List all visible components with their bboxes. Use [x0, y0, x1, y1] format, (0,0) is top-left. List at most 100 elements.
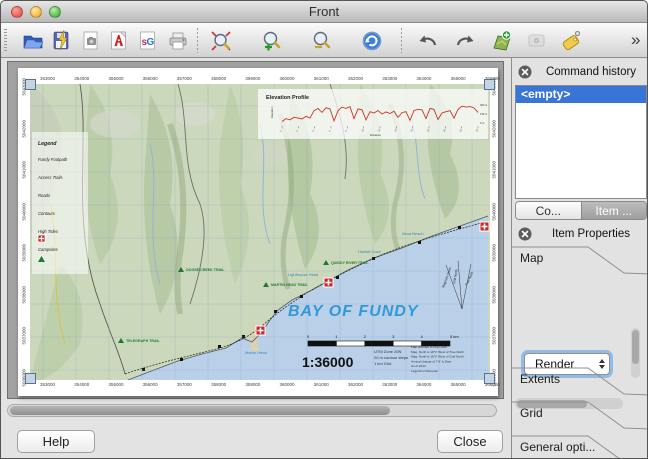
scrollbar-thumb[interactable]	[632, 330, 639, 364]
grid-coordinate-label: 365000	[451, 76, 466, 82]
svg-text:0 m: 0 m	[480, 121, 484, 125]
window-title: Front	[1, 4, 647, 19]
zoom-in-button[interactable]	[256, 27, 286, 54]
grid-coordinate-label: 357000	[177, 76, 192, 82]
redo-button[interactable]	[450, 27, 480, 54]
toolbar-overflow-chevron[interactable]: »	[631, 30, 640, 50]
zoom-out-button[interactable]	[306, 27, 336, 54]
grid-coords-right: 5043000504200050410005040000503900050380…	[491, 90, 497, 386]
printer-icon	[166, 29, 190, 53]
profile-ylabel: Elevation	[270, 106, 274, 118]
grid-coordinate-label: 361000	[314, 76, 329, 82]
export-image-button[interactable]	[76, 27, 106, 54]
grid-coordinate-label: 362000	[348, 382, 363, 388]
selection-handle-bottom-left[interactable]	[25, 373, 36, 384]
section-header-extents[interactable]: Extents	[512, 367, 648, 397]
svg-text:1 km Grid: 1 km Grid	[374, 361, 391, 366]
refresh-view-button[interactable]	[357, 27, 387, 54]
add-label-button[interactable]	[557, 27, 587, 54]
svg-text:G: G	[147, 37, 155, 48]
section-header-grid[interactable]: Grid	[512, 401, 648, 431]
scrollbar-thumb[interactable]	[10, 406, 390, 415]
composer-window: Front	[0, 0, 648, 459]
place-label: Hazlett Cove	[358, 249, 382, 254]
grid-coords-bottom: 3530003540003550003560003570003580003590…	[40, 382, 500, 388]
grid-coordinate-label: 364000	[416, 382, 431, 388]
legend-item: Roads	[38, 193, 51, 198]
trail-label: MARTIN HEAD TRAIL	[271, 283, 309, 287]
close-button[interactable]: Close	[437, 430, 503, 453]
close-panel-icon[interactable]	[518, 65, 532, 79]
canvas-horizontal-scrollbar[interactable]	[7, 404, 497, 417]
export-pdf-button[interactable]	[104, 27, 134, 54]
grid-coordinate-label: 5041000	[22, 173, 27, 179]
map-render: GOOSE CREEK TRAIL MARTIN HEAD TRAIL QUID…	[30, 84, 490, 380]
scale-ratio: 1:36000	[302, 354, 354, 370]
titlebar[interactable]: Front	[1, 1, 647, 23]
grid-coordinate-label: 363000	[382, 76, 397, 82]
tab-command-history[interactable]: Co...	[516, 202, 581, 219]
help-button[interactable]: Help	[17, 430, 95, 453]
selection-handle-bottom-right[interactable]	[484, 373, 495, 384]
svg-text:Mag. North is 18°2' West of Tr: Mag. North is 18°2' West of True North	[411, 350, 464, 354]
grid-coordinate-label: 357000	[177, 382, 192, 388]
undo-button[interactable]	[413, 27, 443, 54]
save-icon	[50, 29, 74, 53]
label-tag-icon	[559, 29, 585, 53]
toolbar-separator	[197, 28, 198, 53]
export-image-icon	[79, 29, 103, 53]
command-history-list[interactable]: <empty>	[515, 85, 647, 199]
grid-coordinate-label: 5038000	[492, 297, 497, 303]
grid-coordinate-label: 363000	[382, 382, 397, 388]
item-properties-header: Item Properties	[512, 224, 648, 244]
grid-coordinate-label: 5037000	[22, 339, 27, 345]
place-label: Martin Head	[245, 350, 267, 355]
selection-handle-top-right[interactable]	[484, 79, 495, 90]
export-svg-icon: s G	[136, 29, 160, 53]
zoom-full-extent-button[interactable]	[206, 27, 236, 54]
profile-xlabel: Distance	[370, 133, 381, 137]
command-history-row[interactable]: <empty>	[516, 86, 646, 103]
grid-coordinate-label: 356000	[143, 382, 158, 388]
grid-coordinate-label: 5040000	[22, 214, 27, 220]
selection-handle-top-left[interactable]	[25, 79, 36, 90]
load-template-button[interactable]	[18, 27, 48, 54]
grid-coordinate-label: 354000	[74, 76, 89, 82]
save-template-button[interactable]	[47, 27, 77, 54]
grid-coords-top: 3530003540003550003560003570003580003590…	[40, 76, 500, 82]
legend-item: Contours	[38, 211, 56, 216]
panel-tabs: Co... Item ...	[515, 201, 647, 220]
place-label: Lighthouse Head	[288, 272, 318, 277]
map-item[interactable]: GOOSE CREEK TRAIL MARTIN HEAD TRAIL QUID…	[30, 84, 490, 380]
export-svg-button[interactable]: s G	[133, 27, 163, 54]
grid-coordinate-label: 5038000	[22, 297, 27, 303]
legend-item: Access Trails	[37, 175, 63, 180]
refresh-icon	[360, 29, 384, 53]
grid-coordinate-label: 5040000	[492, 214, 497, 220]
add-image-button[interactable]	[522, 27, 552, 54]
section-header-map[interactable]: Map	[512, 246, 648, 276]
svg-text:150 m: 150 m	[480, 112, 487, 116]
grid-coordinate-label: 353000	[40, 76, 55, 82]
undo-icon	[416, 29, 440, 53]
toolbar-drag-handle[interactable]	[4, 29, 7, 52]
add-new-map-button[interactable]	[487, 27, 517, 54]
composition-canvas[interactable]: 3530003540003550003560003570003580003590…	[7, 61, 504, 399]
grid-coordinate-label: 5039000	[492, 256, 497, 262]
grid-coordinate-label: 5042000	[492, 131, 497, 137]
legend-item: Fundy Footpath	[38, 157, 68, 162]
grid-coordinate-label: 5042000	[22, 131, 27, 137]
composition-paper[interactable]: 3530003540003550003560003570003580003590…	[18, 68, 498, 396]
section-header-general-options[interactable]: General opti...	[512, 435, 648, 459]
toolbar-separator	[401, 28, 402, 53]
close-panel-icon[interactable]	[518, 227, 532, 241]
redo-icon	[453, 29, 477, 53]
sea-title: BAY OF FUNDY	[288, 303, 419, 320]
grid-coordinate-label: 5043000	[22, 90, 27, 96]
elevation-profile-chart: Elevation Profile Elevation Distance 300…	[258, 89, 488, 139]
command-history-header: Command history	[512, 62, 648, 82]
tab-item-properties[interactable]: Item ...	[581, 202, 647, 219]
print-button[interactable]	[163, 27, 193, 54]
grid-coordinate-label: 364000	[416, 76, 431, 82]
grid-coordinate-label: 365000	[451, 382, 466, 388]
